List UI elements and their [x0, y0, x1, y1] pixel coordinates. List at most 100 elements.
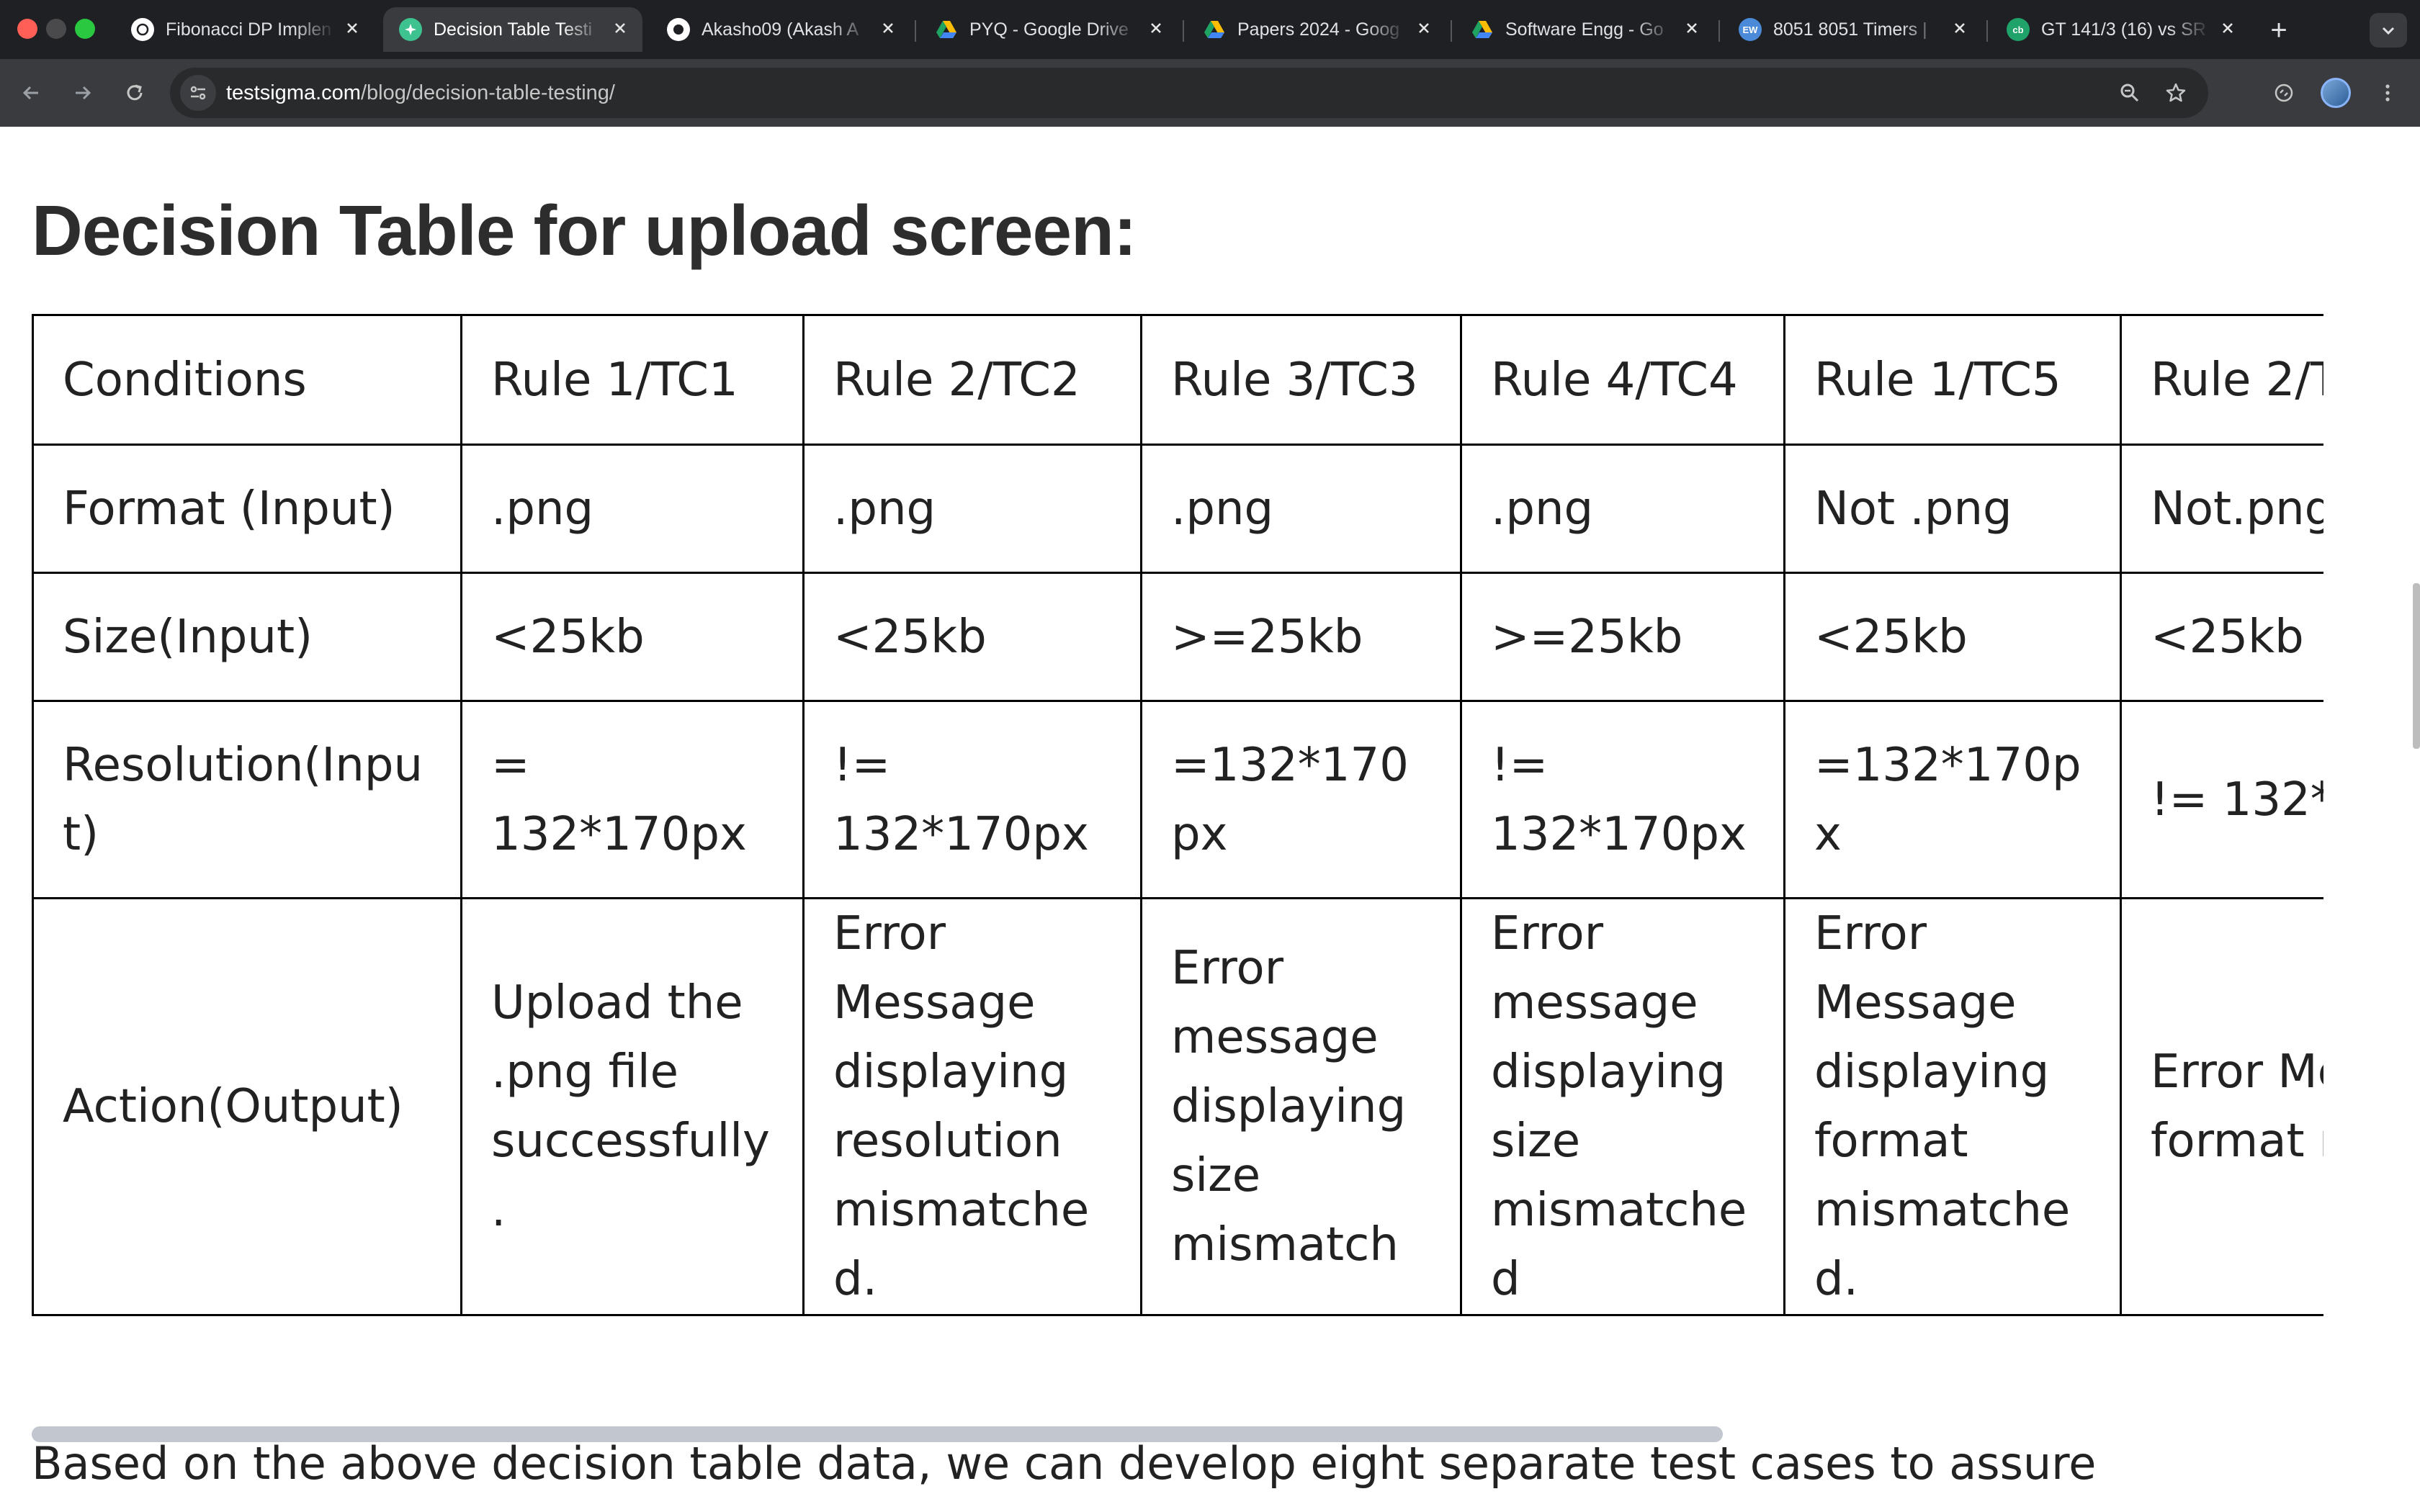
extensions-button[interactable] — [2266, 75, 2302, 111]
table-cell: =132*170px — [1783, 700, 2122, 899]
close-icon[interactable] — [1413, 18, 1435, 41]
table-cell: Rule 4/TC4 — [1460, 314, 1785, 446]
table-cell: .png — [802, 444, 1142, 574]
site-info-button[interactable] — [180, 75, 216, 111]
table-cell: = 132*170px — [460, 700, 805, 899]
row-label-cell: Size(Input) — [32, 572, 462, 702]
table-cell: >=25kb — [1140, 572, 1462, 702]
table-cell: != 132*170px — [802, 700, 1142, 899]
browser-toolbar: testsigma.com/blog/decision-table-testin… — [0, 59, 2420, 127]
page-scrollbar-thumb[interactable] — [2413, 583, 2420, 749]
table-row: Size(Input) <25kb <25kb >=25kb >=25kb <25kb <2… — [32, 572, 2323, 702]
close-icon[interactable] — [2217, 18, 2238, 41]
table-cell: Rule 1/TC5 — [1783, 314, 2122, 446]
arrow-left-icon — [22, 86, 38, 100]
new-tab-button[interactable]: + — [2262, 13, 2296, 48]
section-heading: Decision Table for upload screen: — [32, 191, 1137, 270]
table-cell: Rule 2/TC6 — [2120, 314, 2323, 446]
close-window-button[interactable] — [17, 19, 37, 39]
tab-1[interactable]: Fibonacci DP Implen — [115, 7, 375, 52]
table-cell: >=25kb — [1460, 572, 1785, 702]
ew-icon: EW — [1739, 18, 1762, 41]
body-paragraph: Based on the above decision table data, … — [32, 1437, 2097, 1490]
table-cell: Rule 2/TC2 — [802, 314, 1142, 446]
tab-separator — [915, 20, 916, 42]
maximize-window-button[interactable] — [75, 19, 95, 39]
page-content: Decision Table for upload screen: Condit… — [0, 127, 2420, 1512]
profile-avatar[interactable] — [2321, 78, 2351, 108]
tab-title: Papers 2024 - Goog — [1237, 19, 1400, 40]
table-cell: Not .png — [1783, 444, 2122, 574]
row-label-cell: Action(Output) — [32, 897, 462, 1316]
close-icon[interactable] — [341, 18, 363, 41]
table-row: Resolution(Input) = 132*170px != 132*170px… — [32, 700, 2323, 899]
url-text[interactable]: testsigma.com/blog/decision-table-testin… — [226, 68, 615, 118]
close-icon[interactable] — [609, 18, 631, 41]
menu-button[interactable] — [2370, 75, 2406, 111]
tab-6[interactable]: Software Engg - Go — [1455, 7, 1714, 52]
close-icon[interactable] — [1145, 18, 1167, 41]
table-cell: != 132*170px — [1460, 700, 1785, 899]
zoom-icon — [2120, 84, 2139, 102]
tab-strip: Fibonacci DP Implen Decision Table Testi A… — [0, 0, 2420, 59]
star-icon — [2166, 83, 2186, 102]
back-button[interactable] — [13, 75, 49, 111]
cricbuzz-icon: cb — [2007, 18, 2030, 41]
github-icon — [667, 18, 690, 41]
close-icon[interactable] — [877, 18, 899, 41]
google-drive-icon — [1471, 18, 1494, 41]
tab-5[interactable]: Papers 2024 - Goog — [1187, 7, 1446, 52]
table-cell: =132*170px — [1140, 700, 1462, 899]
close-icon[interactable] — [1949, 18, 1971, 41]
tab-title: Fibonacci DP Implen — [166, 19, 332, 40]
url-host: testsigma.com — [226, 81, 361, 104]
close-icon[interactable] — [1681, 18, 1703, 41]
google-drive-icon — [1203, 18, 1226, 41]
chatgpt-icon — [131, 18, 154, 41]
tab-3[interactable]: Akasho09 (Akash A — [651, 7, 910, 52]
table-cell: Upload the .png file successfully. — [460, 897, 805, 1316]
row-label-cell: Conditions — [32, 314, 462, 446]
google-drive-icon — [935, 18, 958, 41]
table-cell: != 132*170px — [2120, 700, 2323, 899]
table-cell: <25kb — [460, 572, 805, 702]
row-label-cell: Resolution(Input) — [32, 700, 462, 899]
tab-8[interactable]: cb GT 141/3 (16) vs SR — [1991, 7, 2250, 52]
table-cell: Rule 3/TC3 — [1140, 314, 1462, 446]
table-cell: .png — [1460, 444, 1785, 574]
table-cell: .png — [460, 444, 805, 574]
tab-7[interactable]: EW 8051 8051 Timers | — [1723, 7, 1982, 52]
table-cell: Error Message displaying format mismatch… — [1783, 897, 2122, 1316]
table-cell: Error Message displaying format mismatch… — [2120, 897, 2323, 1316]
table-cell: .png — [1140, 444, 1462, 574]
reload-button[interactable] — [117, 75, 153, 111]
tab-title: PYQ - Google Drive — [969, 19, 1129, 40]
tab-title: 8051 8051 Timers | — [1773, 19, 1927, 40]
zoom-button[interactable] — [2112, 75, 2148, 111]
more-vertical-icon — [2385, 84, 2390, 102]
table-scroll-container[interactable]: Conditions Rule 1/TC1 Rule 2/TC2 Rule 3/TC3… — [32, 314, 2323, 1430]
minimize-window-button[interactable] — [46, 19, 66, 39]
table-cell: Error message displaying size mismatch — [1140, 897, 1462, 1316]
tab-title: Decision Table Testi — [434, 19, 593, 40]
tab-separator — [1183, 20, 1184, 42]
table-cell: <25kb — [802, 572, 1142, 702]
testsigma-icon — [399, 18, 422, 41]
decision-table: Conditions Rule 1/TC1 Rule 2/TC2 Rule 3/TC3… — [32, 314, 2323, 1316]
tab-separator — [1451, 20, 1452, 42]
tab-title: Software Engg - Go — [1505, 19, 1664, 40]
bookmark-button[interactable] — [2158, 75, 2194, 111]
forward-button[interactable] — [65, 75, 101, 111]
table-row: Format (Input) .png .png .png .png Not .png No… — [32, 444, 2323, 574]
table-header-row: Conditions Rule 1/TC1 Rule 2/TC2 Rule 3/TC3… — [32, 314, 2323, 446]
tab-4[interactable]: PYQ - Google Drive — [919, 7, 1178, 52]
address-bar[interactable]: testsigma.com/blog/decision-table-testin… — [170, 68, 2208, 118]
tune-icon — [190, 86, 206, 100]
tab-separator — [1718, 20, 1720, 42]
tab-search-button[interactable] — [2370, 13, 2407, 48]
table-cell: <25kb — [2120, 572, 2323, 702]
reload-icon — [127, 84, 143, 101]
chevron-down-icon — [2382, 27, 2395, 35]
tab-2[interactable]: Decision Table Testi — [383, 7, 642, 52]
row-label-cell: Format (Input) — [32, 444, 462, 574]
